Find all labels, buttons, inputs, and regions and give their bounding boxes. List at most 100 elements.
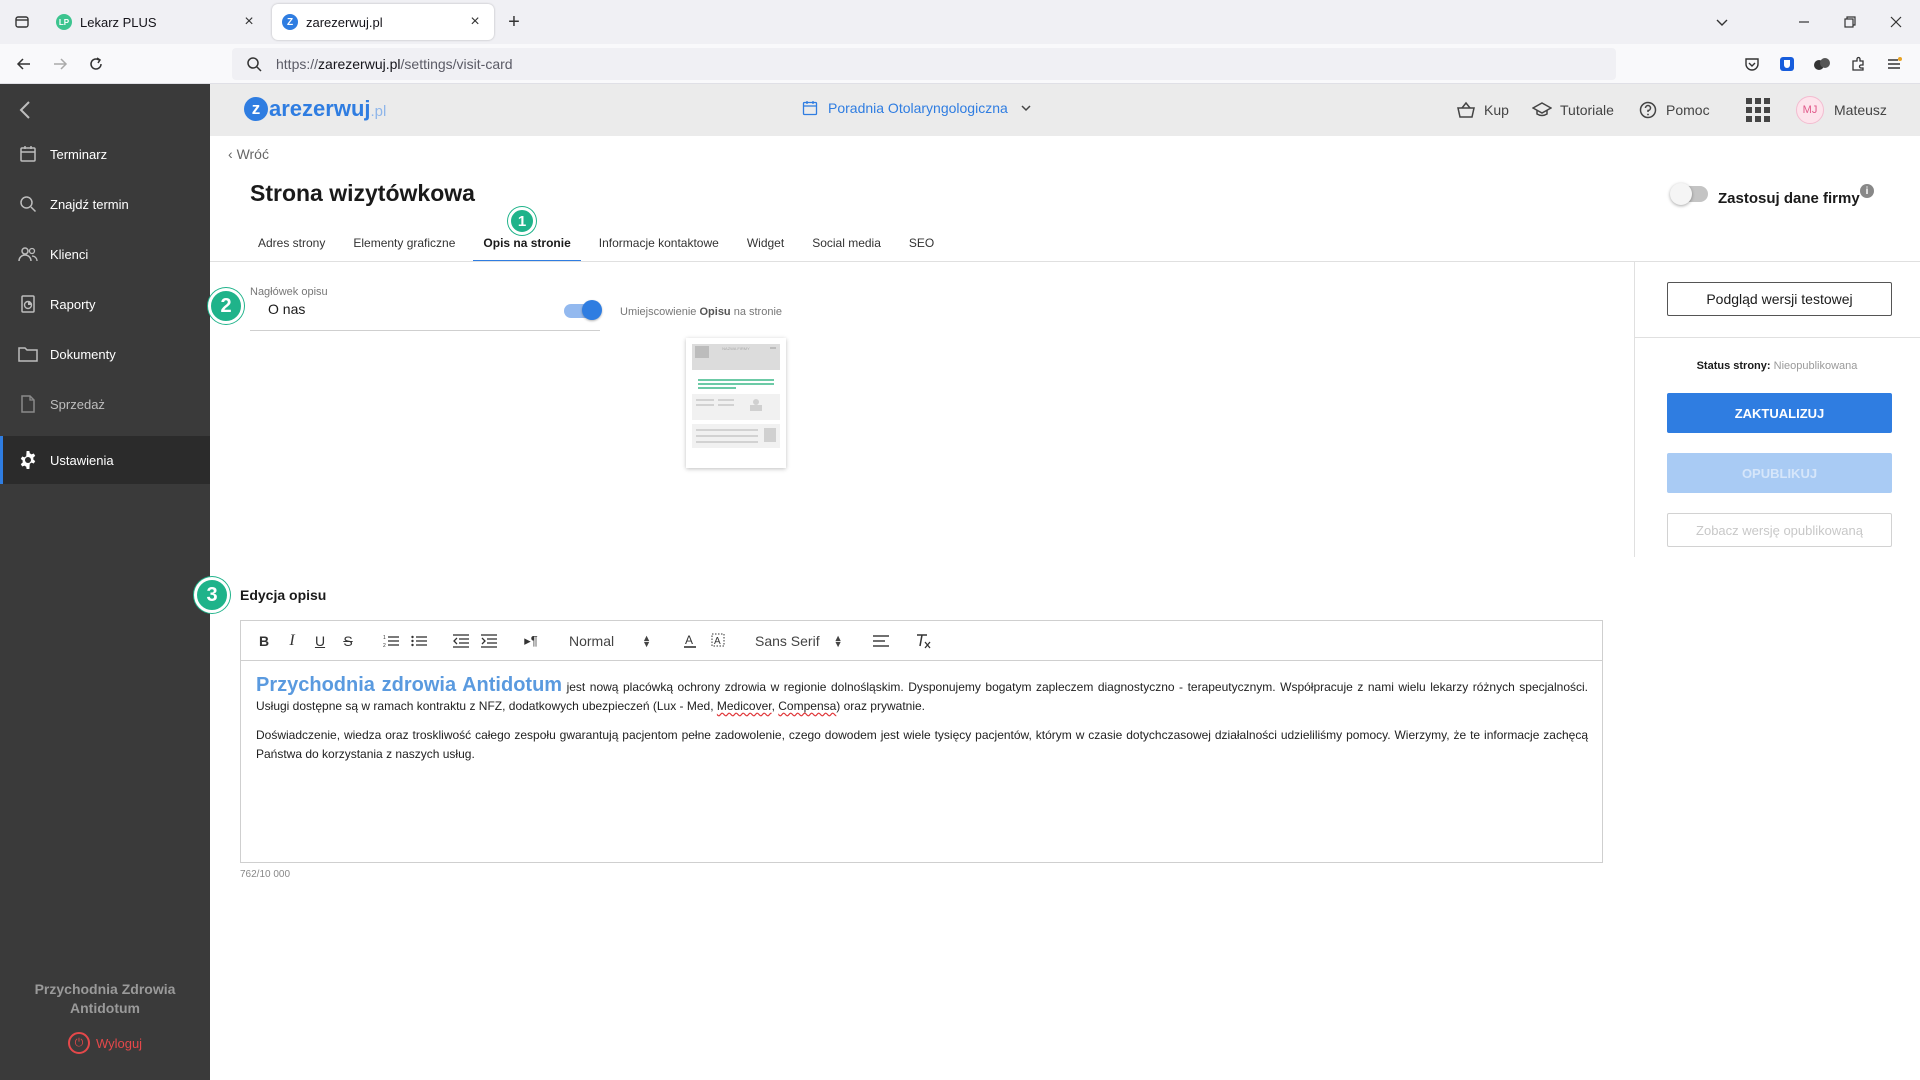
tab-opis-na-stronie[interactable]: Opis na stronie	[473, 228, 581, 262]
pocket-icon[interactable]	[1742, 54, 1762, 74]
bullet-list-icon[interactable]	[409, 631, 429, 651]
browser-nav-bar: https://zarezerwuj.pl/settings/visit-car…	[0, 44, 1920, 84]
graduation-cap-icon	[1532, 100, 1552, 120]
text-color-icon[interactable]: A	[681, 631, 699, 651]
chevron-down-icon[interactable]	[1710, 10, 1734, 34]
help-link[interactable]: Pomoc	[1638, 100, 1710, 120]
url-bar[interactable]: https://zarezerwuj.pl/settings/visit-car…	[232, 48, 1616, 80]
clinic-selector[interactable]: Poradnia Otolaryngologiczna	[802, 100, 1032, 116]
underline-icon[interactable]: U	[311, 631, 329, 651]
minimize-icon[interactable]	[1792, 10, 1816, 34]
tab-seo[interactable]: SEO	[899, 228, 944, 262]
logout-button[interactable]: ⏻ Wyloguj	[0, 1032, 210, 1054]
help-label: Pomoc	[1666, 102, 1710, 118]
gear-icon	[18, 450, 38, 470]
placement-label: Umiejscowienie Opisu na stronie	[620, 306, 782, 318]
username[interactable]: Mateusz	[1834, 102, 1887, 118]
buy-link[interactable]: Kup	[1456, 100, 1509, 120]
sidebar-item-ustawienia[interactable]: Ustawienia	[0, 436, 210, 484]
editor-paragraph: Przychodnia zdrowia Antidotum jest nową …	[256, 674, 1588, 716]
description-header-input[interactable]: O nas	[268, 301, 305, 317]
description-header-toggle[interactable]	[564, 300, 602, 320]
extension-puzzle-dark-icon[interactable]	[1812, 54, 1832, 74]
clear-format-icon[interactable]	[913, 631, 933, 651]
forward-arrow-icon[interactable]	[48, 52, 72, 76]
font-select[interactable]: Sans Serif ▲ ▼	[755, 631, 855, 651]
status-label: Status strony:	[1696, 360, 1771, 372]
reload-icon[interactable]	[84, 52, 108, 76]
close-tab-icon[interactable]: ×	[240, 13, 258, 31]
logo-tld: .pl	[370, 102, 387, 120]
new-tab-icon[interactable]: +	[502, 10, 526, 34]
update-button[interactable]: ZAKTUALIZUJ	[1667, 393, 1892, 433]
calendar-icon	[802, 101, 818, 116]
zarezerwuj-logo[interactable]: z arezerwuj .pl	[244, 96, 386, 122]
tab-elementy-graficzne[interactable]: Elementy graficzne	[343, 228, 465, 262]
align-icon[interactable]	[871, 631, 891, 651]
page-status: Status strony: Nieopublikowana	[1634, 360, 1920, 372]
placement-bold: Opisu	[699, 306, 731, 318]
strikethrough-icon[interactable]: S	[339, 631, 357, 651]
sidebar-item-label: Klienci	[50, 246, 89, 262]
close-window-icon[interactable]	[1884, 10, 1908, 34]
app-header: z arezerwuj .pl Poradnia Otolaryngologic…	[210, 84, 1920, 136]
view-published-button[interactable]: Zobacz wersję opublikowaną	[1667, 513, 1892, 547]
lekarz-plus-favicon-icon: LP	[56, 14, 72, 30]
tab-social-media[interactable]: Social media	[802, 228, 891, 262]
sidebar-item-raporty[interactable]: Raporty	[0, 280, 210, 328]
indent-icon[interactable]	[479, 631, 499, 651]
app-menu-icon[interactable]	[1884, 54, 1904, 74]
browser-tab-strip: LP Lekarz PLUS × Z zarezerwuj.pl × +	[0, 0, 1920, 44]
apps-grid-icon[interactable]	[1746, 98, 1770, 122]
avatar[interactable]: MJ	[1796, 96, 1824, 124]
tab-list-icon[interactable]	[8, 8, 36, 36]
sidebar-item-dokumenty[interactable]: Dokumenty	[0, 330, 210, 378]
back-arrow-icon[interactable]	[12, 52, 36, 76]
extensions-icon[interactable]	[1848, 54, 1868, 74]
italic-icon[interactable]: I	[283, 631, 301, 651]
step-badge-2: 2	[208, 288, 244, 324]
test-preview-button[interactable]: Podgląd wersji testowej	[1667, 282, 1892, 316]
sidebar-item-label: Terminarz	[50, 146, 108, 162]
tutorials-link[interactable]: Tutoriale	[1532, 100, 1614, 120]
tab-widget[interactable]: Widget	[737, 228, 794, 262]
browser-tab-zarezerwuj[interactable]: Z zarezerwuj.pl ×	[272, 4, 494, 40]
outdent-icon[interactable]	[451, 631, 471, 651]
editor-text: ) oraz prywatnie.	[836, 699, 925, 713]
browser-tab-lekarz-plus[interactable]: LP Lekarz PLUS ×	[46, 4, 268, 40]
close-tab-icon[interactable]: ×	[466, 13, 484, 31]
company-name-line: Przychodnia Zdrowia	[34, 981, 176, 997]
apply-company-data-label: Zastosuj dane firmy	[1718, 190, 1860, 207]
info-icon[interactable]: i	[1860, 184, 1874, 198]
sidebar-item-klienci[interactable]: Klienci	[0, 230, 210, 278]
back-label: Wróć	[236, 146, 269, 162]
users-icon	[18, 244, 38, 264]
url-path: /settings/visit-card	[400, 56, 513, 72]
sidebar-item-znajdz-termin[interactable]: Znajdź termin	[0, 180, 210, 228]
rich-text-editor: B I U S 12 ▸¶ Normal ▲ ▼ A A Sans Serif ▲…	[240, 620, 1603, 863]
search-icon	[247, 57, 262, 72]
step-badge-3: 3	[194, 577, 230, 613]
format-select[interactable]: Normal ▲ ▼	[569, 631, 659, 651]
input-underline	[250, 330, 600, 331]
collapse-sidebar-icon[interactable]	[18, 98, 42, 122]
tab-informacje-kontaktowe[interactable]: Informacje kontaktowe	[589, 228, 729, 262]
sidebar-item-terminarz[interactable]: Terminarz	[0, 130, 210, 178]
back-link[interactable]: ‹ Wróć	[228, 146, 269, 162]
browser-tab-title: Lekarz PLUS	[80, 14, 157, 30]
editor-lead-text: Przychodnia zdrowia Antidotum	[256, 674, 563, 696]
background-color-icon[interactable]: A	[709, 631, 727, 651]
bold-icon[interactable]: B	[255, 631, 273, 651]
svg-text:1: 1	[383, 635, 386, 641]
sidebar-item-sprzedaz[interactable]: Sprzedaż	[0, 380, 210, 428]
select-arrows-icon: ▲ ▼	[642, 633, 652, 649]
text-direction-icon[interactable]: ▸¶	[521, 631, 541, 651]
apply-company-data-toggle[interactable]	[1670, 183, 1708, 205]
publish-button[interactable]: OPUBLIKUJ	[1667, 453, 1892, 493]
editor-content[interactable]: Przychodnia zdrowia Antidotum jest nową …	[256, 674, 1588, 774]
tab-adres-strony[interactable]: Adres strony	[248, 228, 335, 262]
restore-icon[interactable]	[1838, 10, 1862, 34]
bitwarden-icon[interactable]	[1777, 54, 1797, 74]
document-icon	[18, 394, 38, 414]
ordered-list-icon[interactable]: 12	[381, 631, 401, 651]
